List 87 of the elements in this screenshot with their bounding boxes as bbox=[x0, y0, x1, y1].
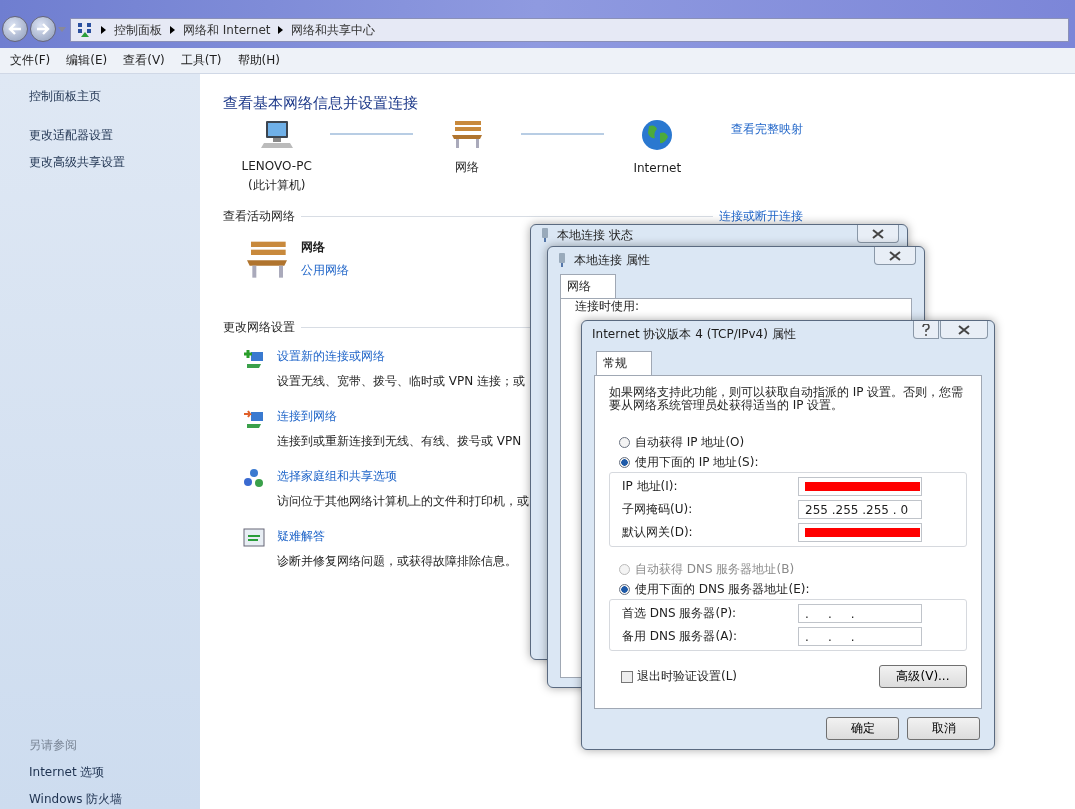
dialog-button[interactable]: 确定 bbox=[826, 717, 899, 740]
help-icon bbox=[922, 323, 930, 336]
sidebar-link[interactable]: Windows 防火墙 bbox=[29, 791, 200, 808]
new-connection-icon bbox=[243, 348, 265, 370]
ip-address-field[interactable]: . . . bbox=[798, 604, 922, 624]
see-also-heading: 另请参阅 bbox=[29, 737, 78, 754]
sidebar-link[interactable]: Internet 选项 bbox=[29, 764, 200, 781]
radio-button[interactable] bbox=[619, 456, 630, 468]
window-title: Internet 协议版本 4 (TCP/IPv4) 属性 bbox=[592, 325, 796, 343]
task-description: 连接到或重新连接到无线、有线、拨号或 VPN bbox=[277, 433, 522, 450]
window-title: 本地连接 属性 bbox=[574, 251, 650, 269]
radio-option[interactable]: 使用下面的 DNS 服务器地址(E): bbox=[619, 579, 967, 600]
sidebar-link[interactable]: 更改高级共享设置 bbox=[29, 154, 200, 171]
task-link[interactable]: 疑难解答 bbox=[277, 528, 517, 545]
network-adapter-icon bbox=[558, 253, 566, 267]
field-label: 连接时使用: bbox=[575, 300, 641, 313]
tab[interactable]: 常规 bbox=[596, 351, 652, 375]
address-bar[interactable]: 控制面板 网络和 Internet 网络和共享中心 bbox=[70, 18, 1069, 42]
menu-item[interactable]: 文件(F) bbox=[10, 52, 51, 69]
close-icon bbox=[872, 228, 884, 239]
help-button[interactable] bbox=[913, 321, 939, 339]
radio-option[interactable]: 自动获得 IP 地址(O) bbox=[619, 432, 967, 453]
section-heading: 更改网络设置 bbox=[223, 319, 295, 336]
computer-icon bbox=[259, 119, 294, 149]
sidebar-link[interactable]: 控制面板主页 bbox=[29, 88, 200, 105]
chevron-icon bbox=[101, 26, 106, 34]
globe-icon bbox=[641, 119, 674, 151]
field-label: 子网掩码(U): bbox=[622, 501, 693, 519]
checkbox[interactable] bbox=[621, 670, 633, 683]
map-node-label: LENOVO-PC bbox=[241, 159, 312, 173]
forward-arrow-icon bbox=[36, 23, 50, 35]
page-title: 查看基本网络信息并设置连接 bbox=[223, 94, 419, 113]
task-link[interactable]: 连接到网络 bbox=[277, 408, 522, 425]
ip-address-field[interactable]: . . . bbox=[798, 627, 922, 647]
ip-address-field[interactable] bbox=[798, 523, 922, 543]
menu-item[interactable]: 编辑(E) bbox=[66, 52, 108, 69]
ip-address-field[interactable]: 255 .255 .255 . 0 bbox=[798, 500, 922, 520]
network-adapter-icon bbox=[541, 228, 549, 242]
close-icon bbox=[889, 250, 901, 261]
map-node-label: 网络 bbox=[455, 159, 479, 176]
menu-item[interactable]: 查看(V) bbox=[123, 52, 165, 69]
map-node-label: Internet bbox=[633, 161, 682, 175]
back-arrow-icon bbox=[8, 23, 22, 35]
radio-button[interactable] bbox=[619, 583, 630, 595]
network-icon bbox=[77, 22, 93, 38]
ip-address-field[interactable] bbox=[798, 477, 922, 497]
map-node-sublabel: (此计算机) bbox=[248, 177, 306, 194]
menu-item[interactable]: 帮助(H) bbox=[237, 52, 280, 69]
task-description: 设置无线、宽带、拨号、临时或 VPN 连接；或 bbox=[277, 373, 526, 390]
section-heading: 查看活动网络 bbox=[223, 208, 295, 225]
task-description: 诊断并修复网络问题，或获得故障排除信息。 bbox=[277, 553, 517, 570]
network-type-link[interactable]: 公用网络 bbox=[301, 262, 349, 279]
window-title: 本地连接 状态 bbox=[557, 226, 633, 244]
close-button[interactable] bbox=[940, 321, 988, 339]
advanced-button[interactable]: 高级(V)... bbox=[879, 665, 967, 689]
radio-button[interactable] bbox=[619, 436, 630, 448]
breadcrumb[interactable]: 网络和共享中心 bbox=[291, 21, 376, 39]
chevron-icon bbox=[278, 26, 284, 34]
troubleshoot-icon bbox=[243, 528, 265, 548]
sidebar-link[interactable]: 更改适配器设置 bbox=[29, 127, 200, 144]
tab[interactable]: 网络 bbox=[560, 274, 616, 298]
breadcrumb[interactable]: 网络和 Internet bbox=[183, 21, 271, 39]
connect-disconnect-link[interactable]: 连接或断开连接 bbox=[719, 208, 803, 225]
breadcrumb[interactable]: 控制面板 bbox=[114, 21, 162, 39]
field-label: 首选 DNS 服务器(P): bbox=[622, 605, 737, 623]
bench-icon bbox=[450, 119, 484, 149]
connect-network-icon bbox=[243, 408, 265, 430]
homegroup-icon bbox=[243, 468, 265, 490]
radio-option[interactable]: 使用下面的 IP 地址(S): bbox=[619, 452, 967, 473]
forward-button[interactable] bbox=[30, 16, 56, 42]
network-name: 网络 bbox=[301, 239, 326, 256]
close-button[interactable] bbox=[857, 225, 899, 243]
field-label: 默认网关(D): bbox=[622, 524, 693, 542]
field-label: IP 地址(I): bbox=[622, 478, 678, 496]
chevron-icon bbox=[170, 26, 175, 34]
task-link[interactable]: 设置新的连接或网络 bbox=[277, 348, 526, 365]
task-link[interactable]: 选择家庭组和共享选项 bbox=[277, 468, 529, 485]
close-button[interactable] bbox=[874, 247, 916, 265]
close-icon bbox=[958, 324, 970, 335]
view-full-map-link[interactable]: 查看完整映射 bbox=[731, 121, 803, 138]
dialog-button[interactable]: 取消 bbox=[907, 717, 980, 740]
intro-text: 如果网络支持此功能，则可以获取自动指派的 IP 设置。否则，您需要从网络系统管理员处获得适当的 IP 设置。 bbox=[609, 386, 965, 413]
menu-item[interactable]: 工具(T) bbox=[180, 52, 222, 69]
field-label: 备用 DNS 服务器(A): bbox=[622, 628, 738, 646]
task-description: 访问位于其他网络计算机上的文件和打印机，或 bbox=[277, 493, 529, 510]
validate-checkbox[interactable]: 退出时验证设置(L) bbox=[621, 668, 738, 686]
back-button[interactable] bbox=[2, 16, 28, 42]
